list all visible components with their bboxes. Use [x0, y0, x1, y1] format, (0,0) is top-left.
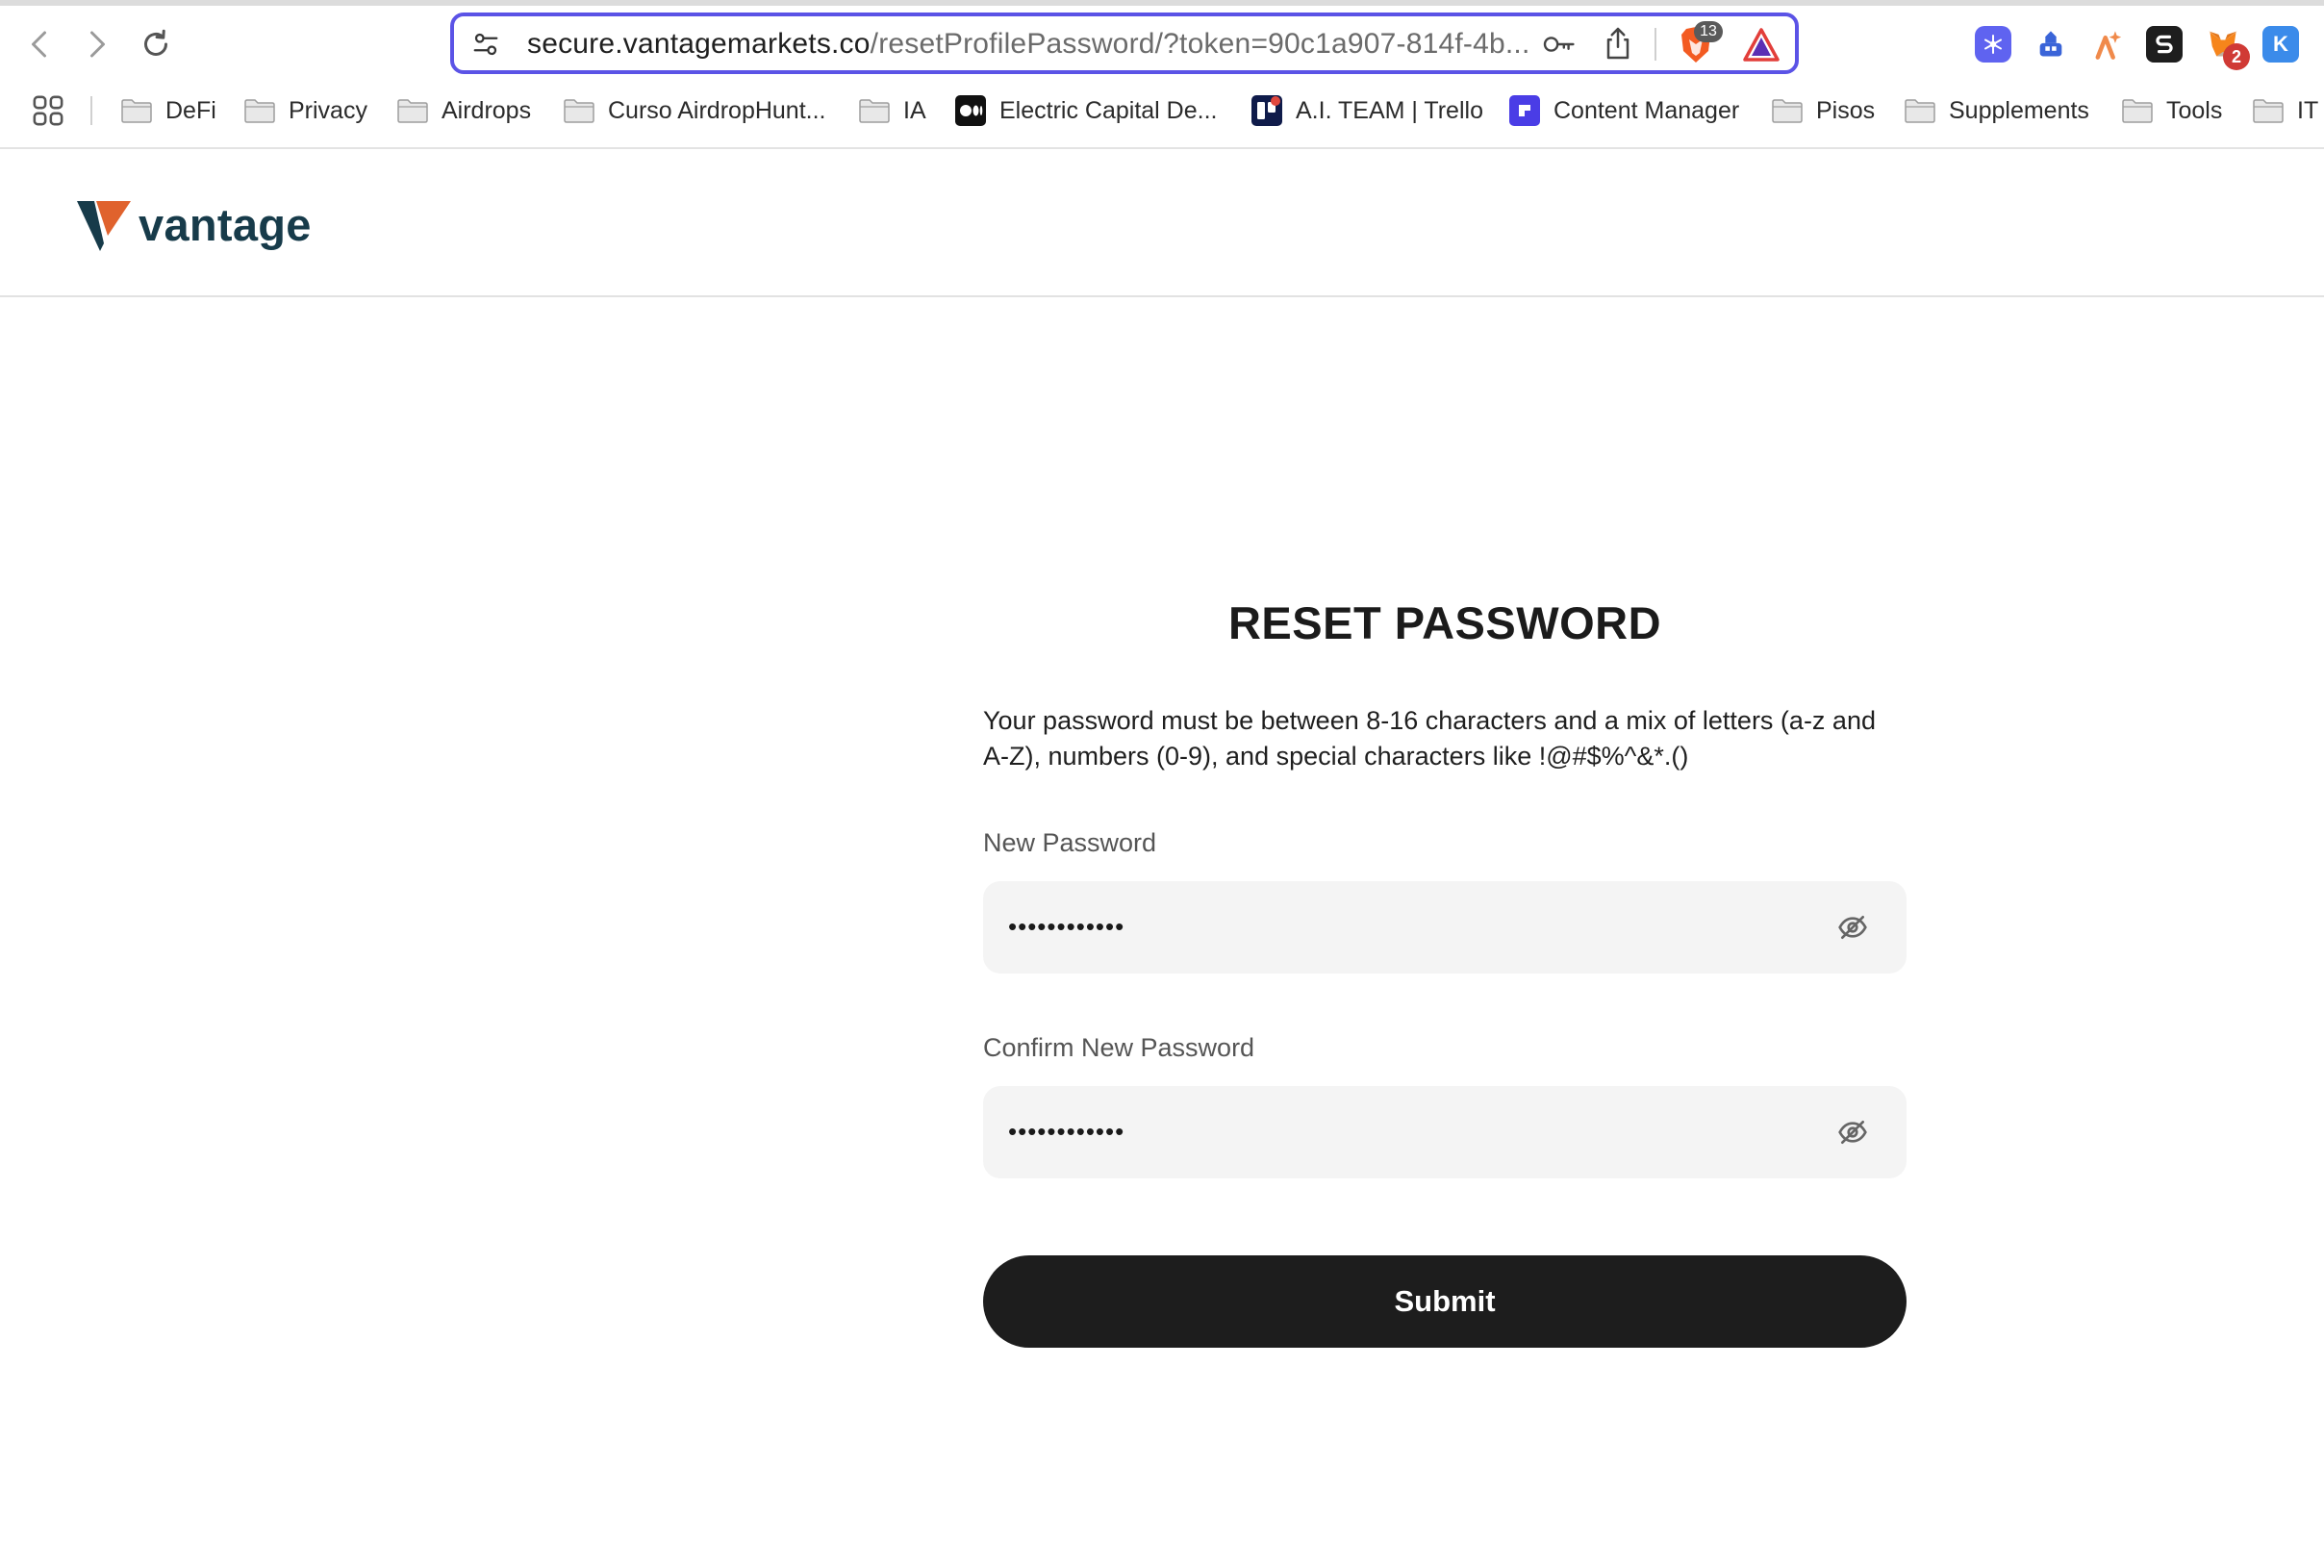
sparkle-icon [2095, 31, 2122, 60]
extension-k[interactable]: K [2262, 26, 2299, 63]
bookmark-label: Airdrops [442, 96, 532, 124]
bookmark-label: A.I. TEAM | Trello [1296, 96, 1483, 124]
bookmark-label: DeFi [165, 96, 216, 124]
forward-button[interactable] [75, 23, 117, 65]
bookmark-label: Curso AirdropHunt... [608, 96, 826, 124]
bookmark-defi[interactable]: DeFi [121, 94, 216, 127]
url-path: /resetProfilePassword/?token=90c1a907-81… [870, 28, 1530, 60]
robot-icon [2039, 31, 2062, 57]
password-requirements: Your password must be between 8-16 chara… [983, 706, 1876, 771]
bookmark-airdrops[interactable]: Airdrops [397, 94, 531, 127]
share-icon[interactable] [1604, 26, 1632, 61]
vantage-logo[interactable]: vantage [73, 193, 312, 255]
bookmark-label: Content Manager [1554, 96, 1740, 124]
bookmark-supplements[interactable]: Supplements [1905, 94, 2089, 127]
folder-icon [244, 98, 275, 123]
eye-off-icon[interactable] [1837, 1117, 1868, 1148]
confirm-password-value: •••••••••••• [1008, 1117, 1125, 1146]
bookmark-it[interactable]: IT [2253, 94, 2318, 127]
folder-icon [1905, 98, 1935, 123]
vantage-logo-mark-icon [77, 201, 131, 251]
submit-button[interactable]: Submit [983, 1255, 1907, 1348]
key-icon[interactable] [1542, 30, 1577, 59]
bookmark-tools[interactable]: Tools [2122, 94, 2222, 127]
new-password-field[interactable]: •••••••••••• [983, 881, 1907, 974]
reset-password-form: RESET PASSWORD Your password must be bet… [983, 596, 1907, 1348]
site-header: vantage [0, 151, 2324, 297]
extension-snowflake[interactable] [1975, 26, 2011, 63]
bookmark-label: Supplements [1949, 96, 2089, 124]
apps-grid-icon[interactable] [32, 94, 64, 127]
bookmark-label: Electric Capital De... [999, 96, 1218, 124]
tab-strip-edge [0, 0, 2324, 6]
confirm-password-field[interactable]: •••••••••••• [983, 1086, 1907, 1178]
folder-icon [121, 98, 152, 123]
folder-icon [397, 98, 428, 123]
new-password-value: •••••••••••• [1008, 912, 1125, 941]
bookmark-label: IT [2297, 96, 2319, 124]
folder-icon [1772, 98, 1803, 123]
chevron-right-icon [90, 31, 105, 58]
s-logo-icon [2156, 35, 2173, 54]
bookmark-label: Pisos [1816, 96, 1876, 124]
folder-icon [2122, 98, 2153, 123]
bookmark-ai-team-trello[interactable]: A.I. TEAM | Trello [1251, 94, 1483, 127]
bookmark-label: IA [903, 96, 926, 124]
shields-count-badge: 13 [1694, 21, 1723, 42]
content-manager-icon [1509, 95, 1540, 126]
extension-s[interactable] [2146, 26, 2183, 63]
bookmark-pisos[interactable]: Pisos [1772, 94, 1875, 127]
trello-icon [1251, 95, 1282, 126]
extension-k-label: K [2273, 32, 2288, 56]
confirm-password-label: Confirm New Password [983, 1033, 1255, 1062]
eye-off-icon[interactable] [1837, 912, 1868, 943]
brave-rewards-icon[interactable] [1742, 26, 1781, 64]
bookmark-electric-capital[interactable]: Electric Capital De... [955, 94, 1217, 127]
extension-badge: 2 [2223, 43, 2250, 70]
browser-toolbar: secure.vantagemarkets.co/resetProfilePas… [0, 0, 2324, 149]
reload-button[interactable] [135, 23, 177, 65]
extension-robot[interactable] [2033, 26, 2069, 63]
logo-text: vantage [139, 198, 312, 250]
reload-icon [144, 29, 167, 56]
url-text[interactable]: secure.vantagemarkets.co/resetProfilePas… [527, 28, 1530, 61]
extension-sparkle[interactable] [2089, 26, 2126, 63]
bookmark-privacy[interactable]: Privacy [244, 94, 367, 127]
chevron-left-icon [32, 31, 46, 58]
site-settings-icon[interactable] [471, 30, 500, 59]
toolbar-separator [1655, 28, 1656, 61]
snowflake-icon [1984, 35, 2002, 54]
folder-icon [564, 98, 594, 123]
bookmark-ia[interactable]: IA [859, 94, 926, 127]
bookmark-label: Tools [2166, 96, 2223, 124]
folder-icon [859, 98, 890, 123]
page-title: RESET PASSWORD [1227, 597, 1662, 648]
medium-icon [955, 95, 986, 126]
address-bar[interactable]: secure.vantagemarkets.co/resetProfilePas… [450, 13, 1799, 74]
bookmark-label: Privacy [289, 96, 367, 124]
bookmarks-divider [90, 96, 92, 125]
url-host: secure.vantagemarkets.co [527, 28, 871, 60]
back-button[interactable] [19, 23, 62, 65]
bookmark-curso-airdrophunt[interactable]: Curso AirdropHunt... [564, 94, 826, 127]
bookmark-content-manager[interactable]: Content Manager [1509, 94, 1739, 127]
new-password-label: New Password [983, 828, 1157, 857]
folder-icon [2253, 98, 2284, 123]
